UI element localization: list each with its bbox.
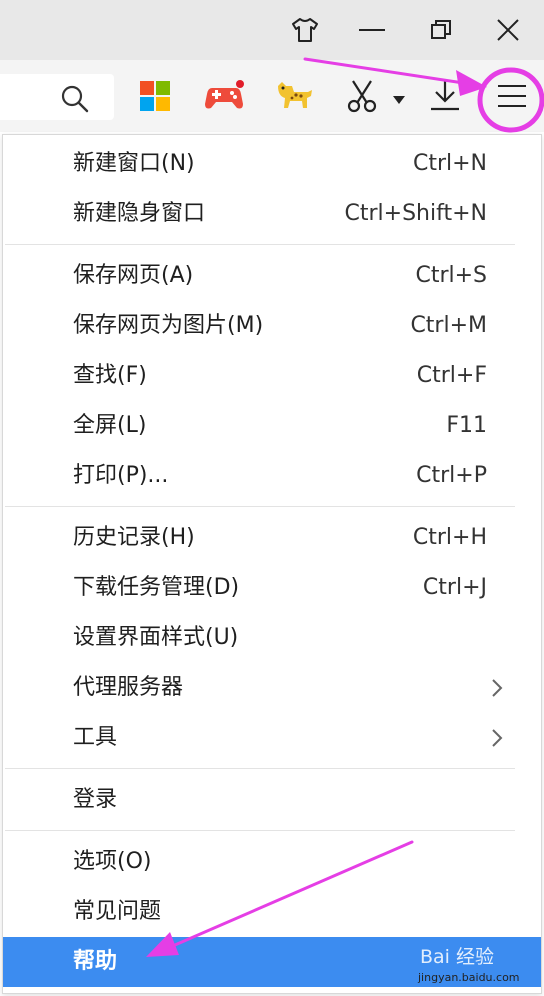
chevron-right-icon bbox=[491, 728, 503, 752]
restore-icon bbox=[430, 19, 452, 41]
menu-separator bbox=[5, 768, 515, 769]
menu-item-shortcut: Ctrl+F bbox=[416, 363, 487, 388]
restore-button[interactable] bbox=[419, 8, 463, 52]
game-button[interactable] bbox=[202, 76, 246, 120]
main-menu-button[interactable] bbox=[490, 76, 534, 120]
menu-item[interactable]: 保存网页为图片(M) Ctrl+M bbox=[3, 301, 541, 351]
menu-item-shortcut: Ctrl+S bbox=[415, 263, 487, 288]
menu-separator bbox=[5, 244, 515, 245]
menu-item-label: 新建隐身窗口 bbox=[73, 201, 206, 226]
menu-item-shortcut: Ctrl+J bbox=[422, 575, 487, 600]
watermark-logo-text: Bai 经验 bbox=[420, 946, 494, 968]
menu-item-label: 打印(P)... bbox=[73, 463, 169, 488]
menu-item[interactable]: 全屏(L) F11 bbox=[3, 401, 541, 451]
apps-grid-icon bbox=[139, 80, 171, 116]
menu-item-shortcut: Ctrl+Shift+N bbox=[344, 201, 487, 226]
gamepad-icon bbox=[204, 80, 244, 116]
scissors-icon bbox=[345, 79, 379, 117]
menu-item-shortcut: F11 bbox=[446, 413, 487, 438]
menu-item-shortcut: Ctrl+H bbox=[412, 525, 487, 550]
search-icon[interactable] bbox=[60, 84, 90, 118]
caret-down-icon bbox=[393, 89, 405, 108]
menu-item-label: 帮助 bbox=[73, 949, 118, 974]
download-icon bbox=[428, 79, 462, 117]
menu-item[interactable]: 历史记录(H) Ctrl+H bbox=[3, 513, 541, 563]
menu-item-label: 设置界面样式(U) bbox=[73, 625, 239, 650]
close-icon bbox=[496, 18, 520, 42]
menu-item-label: 新建窗口(N) bbox=[73, 151, 195, 176]
menu-item[interactable]: 新建隐身窗口 Ctrl+Shift+N bbox=[3, 189, 541, 239]
minimize-button[interactable] bbox=[350, 8, 394, 52]
menu-item-shortcut: Ctrl+P bbox=[416, 463, 487, 488]
menu-item[interactable]: 下载任务管理(D) Ctrl+J bbox=[3, 563, 541, 613]
menu-item-label: 保存网页为图片(M) bbox=[73, 313, 264, 338]
menu-item[interactable]: 登录 bbox=[3, 775, 541, 825]
screenshot-button[interactable] bbox=[340, 76, 384, 120]
menu-item-label: 选项(O) bbox=[73, 849, 152, 874]
leopard-icon bbox=[274, 80, 314, 116]
hamburger-menu-icon bbox=[498, 83, 526, 113]
tshirt-icon bbox=[291, 17, 319, 43]
watermark-url: jingyan.baidu.com bbox=[418, 971, 520, 984]
menu-item[interactable]: 常见问题 bbox=[3, 887, 541, 937]
menu-separator bbox=[5, 506, 515, 507]
menu-item[interactable]: 工具 bbox=[3, 713, 541, 763]
menu-item-shortcut: Ctrl+N bbox=[412, 151, 487, 176]
menu-item[interactable]: 选项(O) bbox=[3, 837, 541, 887]
close-button[interactable] bbox=[486, 8, 530, 52]
menu-separator bbox=[5, 830, 515, 831]
apps-button[interactable] bbox=[133, 76, 177, 120]
menu-item-label: 代理服务器 bbox=[73, 675, 184, 700]
menu-item[interactable]: 设置界面样式(U) bbox=[3, 613, 541, 663]
menu-item-label: 工具 bbox=[73, 725, 118, 750]
title-bar bbox=[0, 0, 544, 60]
browser-toolbar bbox=[0, 60, 544, 132]
menu-item[interactable]: 打印(P)... Ctrl+P bbox=[3, 451, 541, 501]
skin-button[interactable] bbox=[283, 8, 327, 52]
baidu-watermark: Bai 经验 jingyan.baidu.com bbox=[416, 940, 540, 994]
menu-item[interactable]: 代理服务器 bbox=[3, 663, 541, 713]
main-dropdown-menu: 新建窗口(N) Ctrl+N 新建隐身窗口 Ctrl+Shift+N 保存网页(A) Ct… bbox=[2, 134, 542, 994]
menu-item-shortcut: Ctrl+M bbox=[410, 313, 487, 338]
minimize-icon bbox=[359, 28, 385, 32]
pet-button[interactable] bbox=[272, 76, 316, 120]
screenshot-dropdown[interactable] bbox=[388, 76, 410, 120]
menu-item[interactable]: 新建窗口(N) Ctrl+N bbox=[3, 139, 541, 189]
menu-item-label: 保存网页(A) bbox=[73, 263, 194, 288]
menu-item-label: 历史记录(H) bbox=[73, 525, 195, 550]
menu-item-label: 登录 bbox=[73, 787, 118, 812]
menu-item-label: 常见问题 bbox=[73, 899, 162, 924]
menu-item-label: 下载任务管理(D) bbox=[73, 575, 240, 600]
menu-item[interactable]: 保存网页(A) Ctrl+S bbox=[3, 251, 541, 301]
chevron-right-icon bbox=[491, 678, 503, 702]
menu-item-label: 全屏(L) bbox=[73, 413, 147, 438]
menu-item[interactable]: 查找(F) Ctrl+F bbox=[3, 351, 541, 401]
download-button[interactable] bbox=[423, 76, 467, 120]
address-bar[interactable] bbox=[0, 74, 114, 120]
menu-item-label: 查找(F) bbox=[73, 363, 147, 388]
